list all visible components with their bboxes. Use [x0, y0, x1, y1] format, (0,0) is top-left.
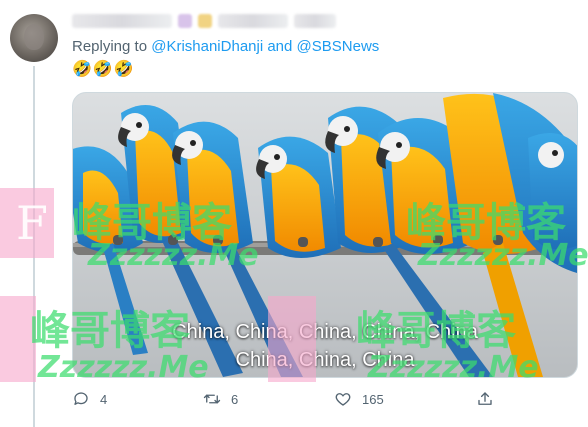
tweet-image[interactable]: China, China, China, China, China China,…	[72, 92, 578, 378]
like-count: 165	[362, 391, 384, 407]
reply-count: 4	[100, 391, 108, 407]
retweet-icon	[203, 394, 221, 404]
heart-icon	[335, 393, 351, 406]
watermark-pink-block-1	[0, 188, 54, 258]
mention-conjunction: and	[263, 38, 297, 55]
retweet-button[interactable]: 6	[203, 390, 238, 408]
tweet-text: 🤣🤣🤣	[72, 61, 135, 78]
reply-button[interactable]: 4	[72, 390, 107, 408]
thread-line	[33, 66, 35, 427]
share-icon	[478, 392, 492, 405]
replying-prefix: Replying to	[72, 38, 152, 55]
image-caption-line-2: China, China, China	[235, 349, 415, 371]
image-caption-line-1: China, China, China, China, China	[172, 321, 478, 343]
replying-to: Replying to @KrishaniDhanji and @SBSNews	[72, 38, 379, 55]
mention-krishanidhanji[interactable]: @KrishaniDhanji	[151, 38, 263, 55]
mention-sbsnews[interactable]: @SBSNews	[297, 38, 380, 55]
author-row-blurred	[72, 11, 372, 31]
reply-icon	[74, 392, 88, 405]
retweet-count: 6	[231, 391, 239, 407]
tweet-actions: 4 6 165	[72, 390, 576, 410]
watermark-pink-block-2	[0, 296, 36, 382]
like-button[interactable]: 165	[334, 390, 384, 408]
share-button[interactable]	[476, 390, 494, 408]
avatar[interactable]	[10, 14, 58, 62]
watermark-letter: F	[16, 196, 48, 250]
